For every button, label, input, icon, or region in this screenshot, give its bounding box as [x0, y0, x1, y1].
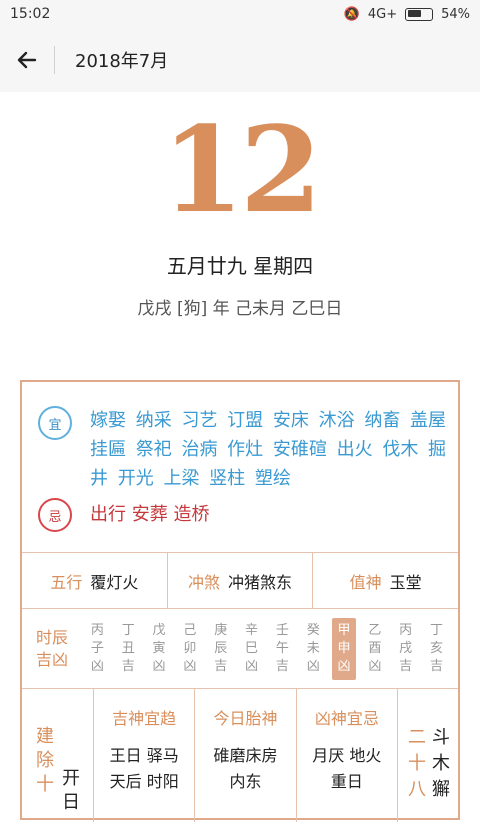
hour-item: 乙酉凶 — [368, 622, 382, 674]
hour-item: 癸未凶 — [306, 622, 320, 674]
star-value: 斗木獬 — [431, 727, 450, 800]
taishen-label: 今日胎神 — [213, 709, 278, 728]
network-label: 4G+ — [367, 6, 398, 22]
ji-list: 出行 安葬 造桥 — [90, 504, 210, 525]
hour-item: 己卯凶 — [183, 622, 197, 674]
mute-icon: 🔕 — [343, 6, 360, 22]
hours-row[interactable]: 时辰吉凶 丙子凶 丁丑吉 戊寅凶 己卯凶 庚辰吉 辛巳凶 壬午吉 癸未凶 甲申凶… — [22, 608, 458, 688]
day-number: 12 — [161, 100, 322, 239]
wuxing-value: 覆灯火 — [90, 572, 139, 592]
yi-section: 宜 嫁娶 纳采 习艺 订盟 安床 沐浴 纳畜 盖屋 挂匾 祭祀 治病 作灶 安碓… — [38, 406, 448, 493]
chongsha-cell[interactable]: 冲煞 冲猪煞东 — [168, 553, 314, 608]
hour-item: 丙子凶 — [90, 622, 104, 674]
hour-item-current: 甲申凶 — [332, 617, 357, 680]
hour-item: 戊寅凶 — [152, 622, 166, 674]
star-cell[interactable]: 二十八 斗木獬 — [398, 689, 458, 822]
wuxing-label: 五行 — [50, 572, 83, 592]
taishen-value: 碓磨床房 内东 — [213, 746, 278, 791]
bottom-row: 建除十 开日 吉神宜趋 王日 驿马 天后 时阳 今日胎神 碓磨床房 内东 凶神宜… — [22, 688, 458, 822]
hour-item: 壬午吉 — [275, 622, 289, 674]
arrow-left-icon — [17, 51, 37, 69]
battery-icon — [405, 7, 434, 21]
xiongshen-label: 凶神宜忌 — [314, 709, 379, 728]
lunar-weekday: 五月廿九 星期四 — [166, 254, 314, 278]
xiongshen-cell[interactable]: 凶神宜忌 月厌 地火 重日 — [297, 689, 398, 822]
jishen-label: 吉神宜趋 — [112, 709, 177, 728]
chongsha-value: 冲猪煞东 — [228, 572, 293, 592]
hours-list: 丙子凶 丁丑吉 戊寅凶 己卯凶 庚辰吉 辛巳凶 壬午吉 癸未凶 甲申凶 乙酉凶 … — [82, 617, 458, 680]
wuxing-cell[interactable]: 五行 覆灯火 — [22, 553, 168, 608]
yi-badge: 宜 — [38, 406, 72, 440]
hour-item: 丁亥吉 — [430, 622, 444, 674]
back-button[interactable] — [0, 28, 54, 92]
hour-item: 庚辰吉 — [214, 622, 228, 674]
almanac-card: 宜 嫁娶 纳采 习艺 订盟 安床 沐浴 纳畜 盖屋 挂匾 祭祀 治病 作灶 安碓… — [20, 380, 460, 822]
status-time: 15:02 — [10, 6, 51, 22]
jianchu-label: 建除十 — [36, 726, 54, 795]
zhishen-value: 玉堂 — [389, 572, 422, 592]
info-row: 五行 覆灯火 冲煞 冲猪煞东 值神 玉堂 — [22, 552, 458, 608]
app-bar: 2018年7月 — [0, 28, 480, 92]
jishen-value: 王日 驿马 天后 时阳 — [109, 746, 179, 791]
status-bar: 15:02 🔕 4G+ 54% — [0, 0, 480, 28]
xiongshen-value: 月厌 地火 重日 — [312, 746, 382, 791]
header-divider — [54, 46, 55, 74]
zhishen-cell[interactable]: 值神 玉堂 — [313, 553, 458, 608]
ji-badge: 忌 — [38, 498, 72, 532]
star-label: 二十八 — [407, 727, 426, 800]
taishen-cell[interactable]: 今日胎神 碓磨床房 内东 — [195, 689, 297, 822]
jianchu-value: 开日 — [62, 768, 80, 813]
hours-label: 时辰吉凶 — [35, 627, 68, 669]
battery-percent: 54% — [441, 6, 470, 22]
hour-item: 丙戌吉 — [399, 622, 413, 674]
hour-item: 辛巳凶 — [245, 622, 259, 674]
yi-list: 嫁娶 纳采 习艺 订盟 安床 沐浴 纳畜 盖屋 挂匾 祭祀 治病 作灶 安碓碹 … — [90, 410, 447, 489]
chongsha-label: 冲煞 — [187, 572, 220, 592]
jianchu-cell[interactable]: 建除十 开日 — [22, 689, 94, 822]
ganzhi-text: 戊戌 [狗] 年 己未月 乙巳日 — [137, 299, 343, 319]
hour-item: 丁丑吉 — [121, 622, 135, 674]
jishen-cell[interactable]: 吉神宜趋 王日 驿马 天后 时阳 — [94, 689, 196, 822]
ji-section: 忌 出行 安葬 造桥 — [38, 498, 448, 532]
page-title: 2018年7月 — [75, 51, 169, 72]
zhishen-label: 值神 — [349, 572, 382, 592]
